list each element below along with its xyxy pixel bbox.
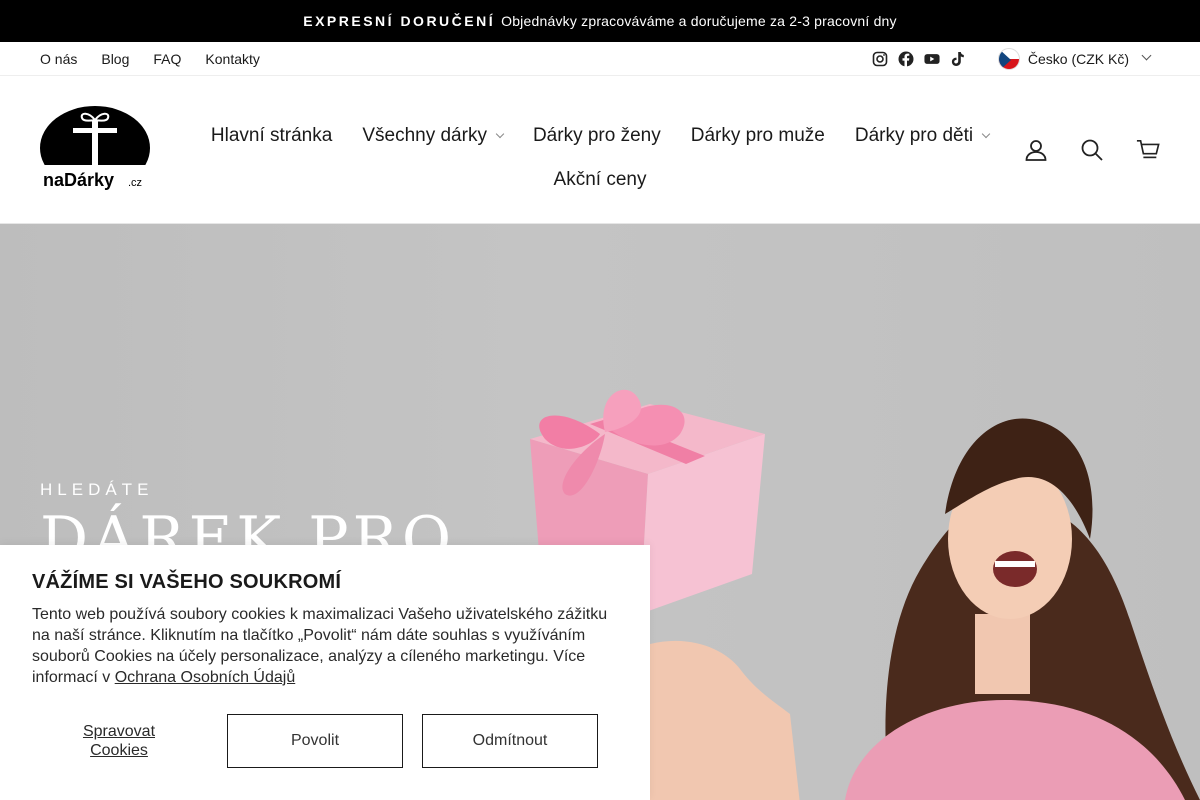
nav-row-1: Hlavní stránka Všechny dárky Dárky pro ž… — [200, 114, 1000, 158]
chevron-down-icon — [1141, 50, 1152, 61]
announcement-bar: EXPRESNÍ DORUČENÍ Objednávky zpracovávám… — [0, 0, 1200, 42]
hero-kicker: HLEDÁTE — [40, 480, 154, 499]
link-contacts[interactable]: Kontakty — [205, 51, 259, 67]
nav-row-2: Akční ceny — [200, 158, 1000, 202]
nav-gifts-kids-label: Dárky pro děti — [854, 125, 974, 146]
czech-flag-icon — [997, 47, 1020, 70]
cookie-text: Tento web používá soubory cookies k maxi… — [32, 604, 618, 688]
utility-links: O nás Blog FAQ Kontakty — [40, 51, 284, 67]
nav-home[interactable]: Hlavní stránka — [211, 125, 332, 147]
chevron-down-icon — [495, 129, 505, 139]
tiktok-icon[interactable] — [950, 51, 966, 67]
account-icon[interactable] — [1024, 138, 1048, 162]
deny-cookies-button[interactable]: Odmítnout — [422, 714, 598, 768]
utility-bar: O nás Blog FAQ Kontakty Česko (CZK Kč) — [0, 42, 1200, 76]
main-nav: Hlavní stránka Všechny dárky Dárky pro ž… — [200, 114, 1000, 202]
site-logo[interactable]: naDárky .cz — [40, 106, 150, 194]
cookie-actions: Spravovat Cookies Povolit Odmítnout — [32, 714, 598, 768]
facebook-icon[interactable] — [898, 51, 914, 67]
cookie-consent-panel: VÁŽÍME SI VAŠEHO SOUKROMÍ Tento web použ… — [0, 545, 650, 800]
nav-sale[interactable]: Akční ceny — [554, 169, 647, 191]
locale-selector[interactable]: Česko (CZK Kč) — [997, 47, 1152, 70]
locale-label: Česko (CZK Kč) — [1027, 50, 1129, 67]
site-header: naDárky .cz Hlavní stránka Všechny dárky… — [0, 76, 1200, 224]
link-about[interactable]: O nás — [40, 51, 77, 67]
announcement-message: Objednávky zpracováváme a doručujeme za … — [501, 13, 897, 29]
cookie-title: VÁŽÍME SI VAŠEHO SOUKROMÍ — [32, 571, 342, 593]
nav-all-gifts-label: Všechny dárky — [362, 125, 487, 146]
svg-text:naDárky: naDárky — [43, 170, 114, 190]
social-links — [872, 51, 966, 67]
announcement-strong: EXPRESNÍ DORUČENÍ — [303, 13, 496, 29]
header-icons — [1024, 138, 1160, 162]
svg-text:.cz: .cz — [128, 177, 142, 189]
manage-cookies-link[interactable]: Spravovat Cookies — [72, 722, 166, 760]
nav-gifts-men[interactable]: Dárky pro muže — [691, 125, 825, 147]
nav-all-gifts[interactable]: Všechny dárky — [362, 125, 505, 147]
cart-icon[interactable] — [1136, 138, 1160, 162]
search-icon[interactable] — [1080, 138, 1104, 162]
nav-gifts-women[interactable]: Dárky pro ženy — [533, 125, 661, 147]
link-blog[interactable]: Blog — [101, 51, 129, 67]
instagram-icon[interactable] — [872, 51, 888, 67]
chevron-down-icon — [981, 129, 991, 139]
nav-gifts-kids[interactable]: Dárky pro děti — [854, 125, 991, 147]
allow-cookies-button[interactable]: Povolit — [227, 714, 403, 768]
privacy-policy-link[interactable]: Ochrana Osobních Údajů — [115, 669, 296, 686]
link-faq[interactable]: FAQ — [153, 51, 181, 67]
youtube-icon[interactable] — [924, 51, 940, 67]
